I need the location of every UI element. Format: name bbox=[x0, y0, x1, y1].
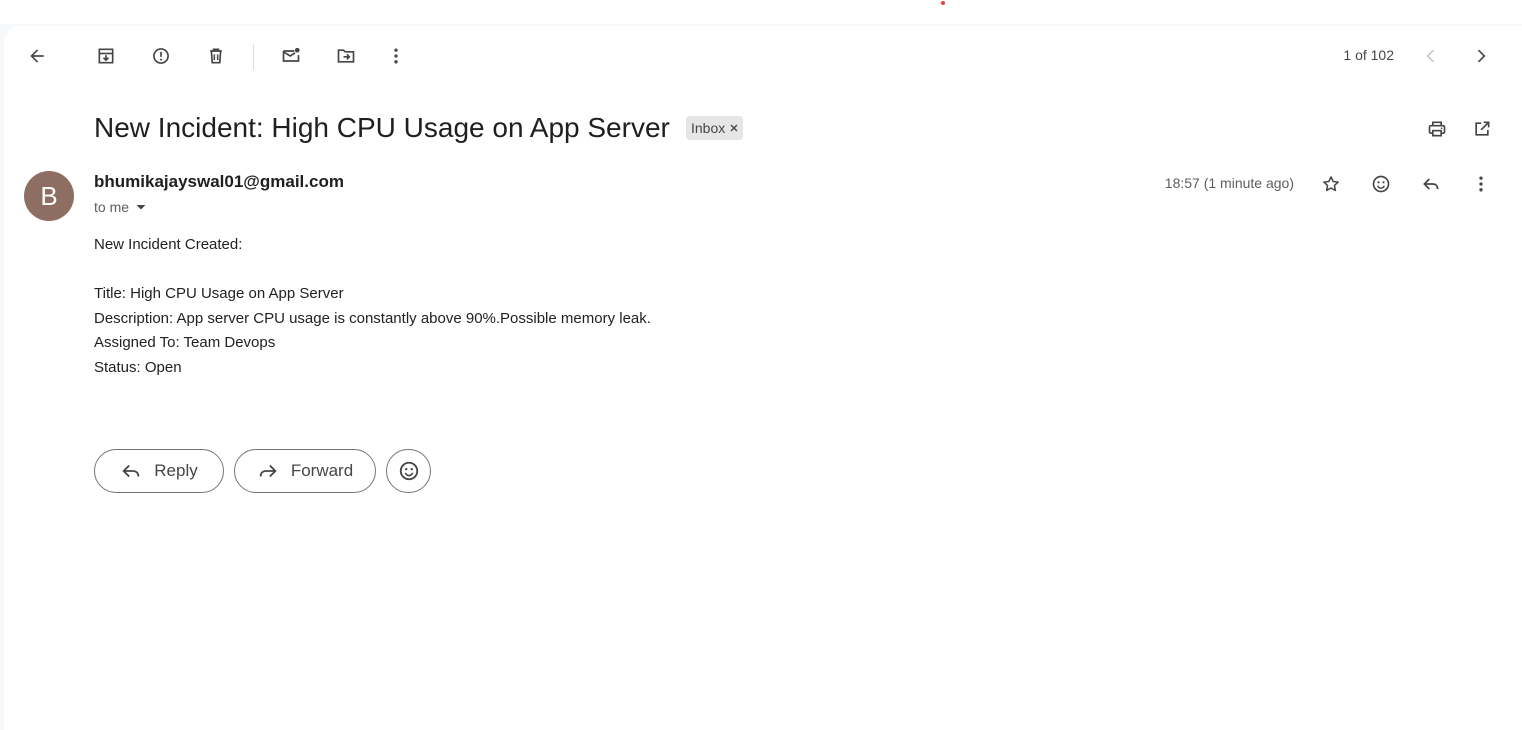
move-to-folder-icon bbox=[337, 49, 355, 63]
close-icon[interactable] bbox=[729, 123, 739, 133]
recipient-text: to me bbox=[94, 199, 130, 215]
mark-unread-icon bbox=[282, 47, 300, 62]
older-button[interactable] bbox=[1461, 36, 1501, 76]
label-text: Inbox bbox=[691, 120, 726, 136]
open-in-new-icon bbox=[1475, 121, 1490, 136]
email-timestamp: 18:57 (1 minute ago) bbox=[1164, 175, 1294, 191]
star-icon bbox=[1323, 176, 1339, 192]
toolbar-divider bbox=[253, 44, 254, 70]
archive-button[interactable] bbox=[86, 36, 126, 76]
move-to-button[interactable] bbox=[326, 36, 366, 76]
reply-button[interactable]: Reply bbox=[94, 449, 224, 493]
newer-button[interactable] bbox=[1411, 36, 1451, 76]
body-status: Status: Open bbox=[94, 358, 182, 376]
chevron-left-icon bbox=[1426, 49, 1435, 63]
delete-button[interactable] bbox=[196, 36, 236, 76]
body-assigned: Assigned To: Team Devops bbox=[94, 334, 276, 351]
message-more-button[interactable] bbox=[1461, 164, 1501, 204]
mark-unread-button[interactable] bbox=[271, 36, 311, 76]
arrow-left-icon bbox=[30, 49, 44, 63]
open-new-window-button[interactable] bbox=[1462, 109, 1502, 149]
emoji-icon bbox=[398, 460, 420, 482]
body-intro: New Incident Created: bbox=[94, 236, 243, 253]
reply-icon bbox=[120, 460, 142, 482]
more-vertical-icon bbox=[394, 48, 398, 64]
inbox-label-chip[interactable]: Inbox bbox=[686, 116, 744, 140]
print-icon bbox=[1428, 121, 1446, 137]
reply-icon bbox=[1423, 178, 1439, 190]
forward-button[interactable]: Forward bbox=[234, 449, 376, 493]
reply-label: Reply bbox=[154, 461, 198, 480]
back-button[interactable] bbox=[17, 36, 57, 76]
add-reaction-button[interactable] bbox=[1361, 164, 1401, 204]
forward-label: Forward bbox=[290, 461, 354, 480]
report-spam-button[interactable] bbox=[141, 36, 181, 76]
body-description: Description: App server CPU usage is con… bbox=[94, 309, 651, 327]
star-button[interactable] bbox=[1311, 164, 1351, 204]
emoji-reaction-button[interactable] bbox=[386, 449, 431, 493]
email-subject: New Incident: High CPU Usage on App Serv… bbox=[94, 112, 670, 143]
loading-indicator bbox=[941, 1, 945, 5]
print-button[interactable] bbox=[1417, 109, 1457, 149]
more-vertical-icon bbox=[1479, 176, 1483, 192]
reply-icon-button[interactable] bbox=[1411, 164, 1451, 204]
more-options-button[interactable] bbox=[376, 36, 416, 76]
caret-down-icon[interactable] bbox=[135, 201, 147, 213]
trash-icon bbox=[210, 48, 222, 64]
report-spam-icon bbox=[153, 48, 169, 64]
avatar[interactable]: B bbox=[24, 171, 74, 221]
pager-count: 1 of 102 bbox=[1343, 47, 1394, 63]
chevron-right-icon bbox=[1477, 49, 1486, 63]
body-title: Title: High CPU Usage on App Server bbox=[94, 285, 344, 302]
emoji-icon bbox=[1372, 175, 1390, 193]
archive-icon bbox=[98, 48, 114, 64]
body-blank-line bbox=[94, 258, 651, 283]
email-body: New Incident Created: Title: High CPU Us… bbox=[94, 233, 651, 380]
top-strip bbox=[0, 0, 1522, 24]
recipient-details[interactable]: to me bbox=[94, 199, 147, 215]
forward-icon bbox=[257, 460, 279, 482]
sender-email[interactable]: bhumikajayswal01@gmail.com bbox=[94, 172, 344, 192]
